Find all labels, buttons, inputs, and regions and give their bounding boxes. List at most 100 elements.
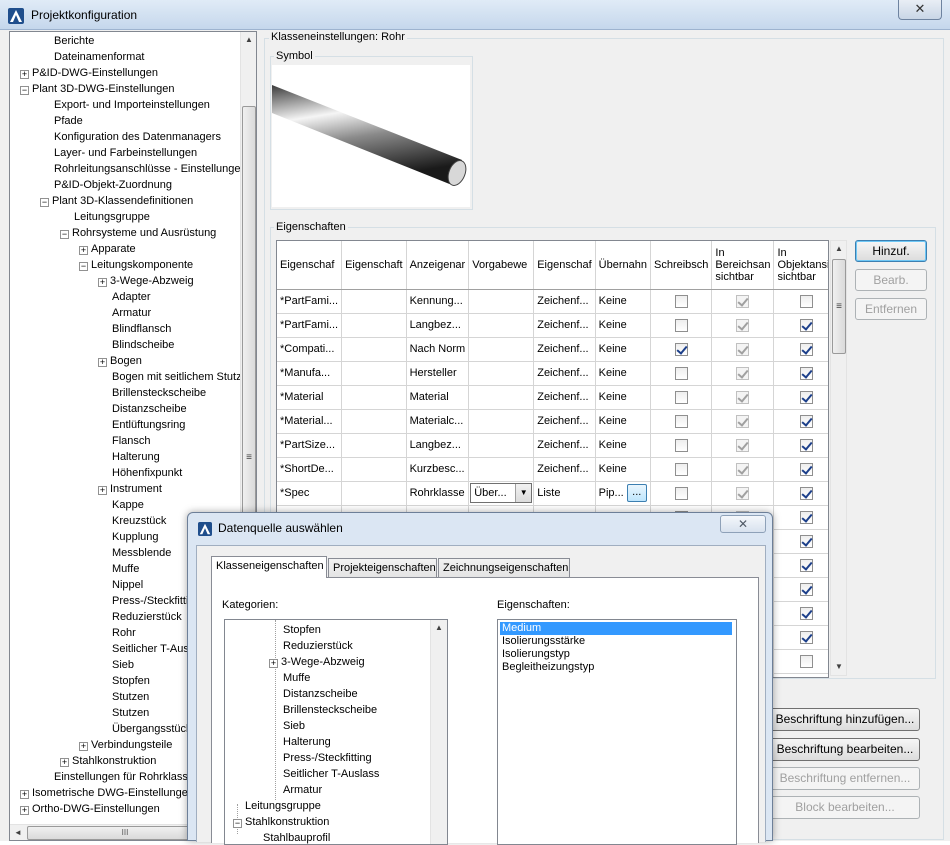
- table-cell[interactable]: Pip......: [595, 481, 651, 506]
- object-visible-checkbox[interactable]: [799, 462, 813, 476]
- table-cell[interactable]: *ShortDe...: [277, 457, 343, 482]
- tree-item[interactable]: Blindflansch: [112, 321, 171, 337]
- tree-item[interactable]: Reduzierstück: [112, 609, 182, 625]
- table-cell[interactable]: Keine: [595, 337, 651, 362]
- column-header[interactable]: Eigenschaf: [277, 241, 343, 290]
- tree-item[interactable]: Blindscheibe: [112, 337, 174, 353]
- category-item[interactable]: Stopfen: [283, 622, 321, 638]
- table-cell[interactable]: Keine: [595, 289, 651, 314]
- tree-item[interactable]: + P&ID-DWG-Einstellungen: [20, 65, 158, 81]
- tree-item[interactable]: Sieb: [112, 657, 134, 673]
- remove-property-button[interactable]: Entfernen: [855, 298, 927, 320]
- tree-item[interactable]: Messblende: [112, 545, 171, 561]
- tree-item[interactable]: Rohr: [112, 625, 136, 641]
- table-cell[interactable]: [341, 433, 407, 458]
- close-button[interactable]: ✕: [898, 0, 942, 20]
- edit-block-button[interactable]: Block bearbeiten...: [770, 796, 920, 819]
- table-row[interactable]: *PartFami... Langbez... Zeichenf... Keine: [277, 313, 828, 338]
- table-cell[interactable]: Zeichenf...: [533, 385, 596, 410]
- tree-item[interactable]: Stutzen: [112, 689, 149, 705]
- categories-vscrollbar[interactable]: ▲: [430, 620, 447, 844]
- table-row[interactable]: *Manufa... Hersteller Zeichenf... Keine: [277, 361, 828, 386]
- tree-item[interactable]: Distanzscheibe: [112, 401, 187, 417]
- table-row[interactable]: *PartFami... Kennung... Zeichenf... Keine: [277, 288, 828, 314]
- column-header[interactable]: Vorgabewe: [468, 241, 535, 290]
- table-cell[interactable]: [468, 409, 535, 434]
- add-label-button[interactable]: Beschriftung hinzufügen...: [770, 708, 920, 731]
- tree-item[interactable]: Berichte: [54, 33, 94, 49]
- table-cell[interactable]: Keine: [595, 361, 651, 386]
- area-visible-checkbox[interactable]: [736, 366, 750, 380]
- table-row[interactable]: *Material Material Zeichenf... Keine: [277, 385, 828, 410]
- category-item[interactable]: Muffe: [283, 670, 310, 686]
- object-visible-checkbox[interactable]: [799, 438, 813, 452]
- table-cell[interactable]: Kurzbesc...: [406, 457, 470, 482]
- tree-item[interactable]: Übergangsstück: [112, 721, 192, 737]
- tree-item[interactable]: Stutzen: [112, 705, 149, 721]
- writeprotect-checkbox[interactable]: [674, 438, 688, 452]
- area-visible-checkbox[interactable]: [736, 414, 750, 428]
- tree-item[interactable]: Flansch: [112, 433, 151, 449]
- object-visible-checkbox[interactable]: [799, 630, 813, 644]
- table-cell[interactable]: [341, 337, 407, 362]
- expand-icon[interactable]: +: [79, 246, 88, 255]
- table-cell[interactable]: [341, 481, 407, 506]
- tree-item[interactable]: + Apparate: [79, 241, 136, 257]
- table-cell[interactable]: *Material...: [277, 409, 343, 434]
- tree-item[interactable]: + Bogen: [98, 353, 142, 369]
- tree-item[interactable]: Stopfen: [112, 673, 150, 689]
- table-cell[interactable]: Liste: [533, 481, 596, 506]
- category-item[interactable]: Leitungsgruppe: [245, 798, 321, 814]
- tree-item[interactable]: + Instrument: [98, 481, 162, 497]
- tree-item[interactable]: + Stahlkonstruktion: [60, 753, 156, 769]
- writeprotect-checkbox[interactable]: [674, 486, 688, 500]
- table-cell[interactable]: Zeichenf...: [533, 433, 596, 458]
- object-visible-checkbox[interactable]: [799, 366, 813, 380]
- property-list-item[interactable]: Begleitheizungstyp: [500, 661, 596, 674]
- table-cell[interactable]: [341, 361, 407, 386]
- tree-item[interactable]: +3-Wege-Abzweig: [98, 273, 194, 289]
- expand-icon[interactable]: +: [98, 278, 107, 287]
- tree-item[interactable]: + Verbindungsteile: [79, 737, 172, 753]
- object-visible-checkbox[interactable]: [799, 558, 813, 572]
- tree-item[interactable]: Layer- und Farbeinstellungen: [54, 145, 197, 161]
- tree-item[interactable]: Export- und Importeinstellungen: [54, 97, 210, 113]
- tree-item[interactable]: Dateinamenformat: [54, 49, 145, 65]
- table-cell[interactable]: Material: [406, 385, 470, 410]
- property-list-item[interactable]: Isolierungstyp: [500, 648, 572, 661]
- writeprotect-checkbox[interactable]: [674, 462, 688, 476]
- tree-item[interactable]: Muffe: [112, 561, 139, 577]
- table-cell[interactable]: *Compati...: [277, 337, 343, 362]
- tree-item[interactable]: Rohrleitungsanschlüsse - Einstellungen: [54, 161, 247, 177]
- object-visible-checkbox[interactable]: [799, 294, 813, 308]
- category-item[interactable]: +3-Wege-Abzweig: [269, 654, 365, 670]
- add-property-button[interactable]: Hinzuf.: [855, 240, 927, 262]
- category-item[interactable]: Armatur: [283, 782, 322, 798]
- tab-drawing-properties[interactable]: Zeichnungseigenschaften: [438, 558, 570, 578]
- table-cell[interactable]: Langbez...: [406, 313, 470, 338]
- column-header[interactable]: In Bereichsan sichtbar: [711, 241, 775, 290]
- area-visible-checkbox[interactable]: [736, 294, 750, 308]
- table-cell[interactable]: *Material: [277, 385, 343, 410]
- expand-icon[interactable]: +: [98, 486, 107, 495]
- expand-icon[interactable]: +: [79, 742, 88, 751]
- tree-item[interactable]: Adapter: [112, 289, 151, 305]
- tree-item[interactable]: Konfiguration des Datenmanagers: [54, 129, 221, 145]
- object-visible-checkbox[interactable]: [799, 510, 813, 524]
- table-cell[interactable]: [341, 289, 407, 314]
- expand-icon[interactable]: +: [60, 758, 69, 767]
- writeprotect-checkbox[interactable]: [674, 414, 688, 428]
- table-cell[interactable]: Langbez...: [406, 433, 470, 458]
- table-cell[interactable]: [341, 313, 407, 338]
- category-item[interactable]: Brillensteckscheibe: [283, 702, 377, 718]
- table-cell[interactable]: Keine: [595, 385, 651, 410]
- column-header[interactable]: Übernahn: [595, 241, 651, 290]
- tree-item[interactable]: − Plant 3D-DWG-Einstellungen: [20, 81, 174, 97]
- writeprotect-checkbox[interactable]: [674, 390, 688, 404]
- column-header[interactable]: In Objektansic sichtbar: [773, 241, 828, 290]
- tree-item[interactable]: Nippel: [112, 577, 143, 593]
- categories-tree[interactable]: Stopfen Reduzierstück +3-Wege-Abzweig Muffe…: [224, 619, 448, 845]
- area-visible-checkbox[interactable]: [736, 318, 750, 332]
- table-cell[interactable]: [468, 337, 535, 362]
- column-header[interactable]: Anzeigenar: [406, 241, 470, 290]
